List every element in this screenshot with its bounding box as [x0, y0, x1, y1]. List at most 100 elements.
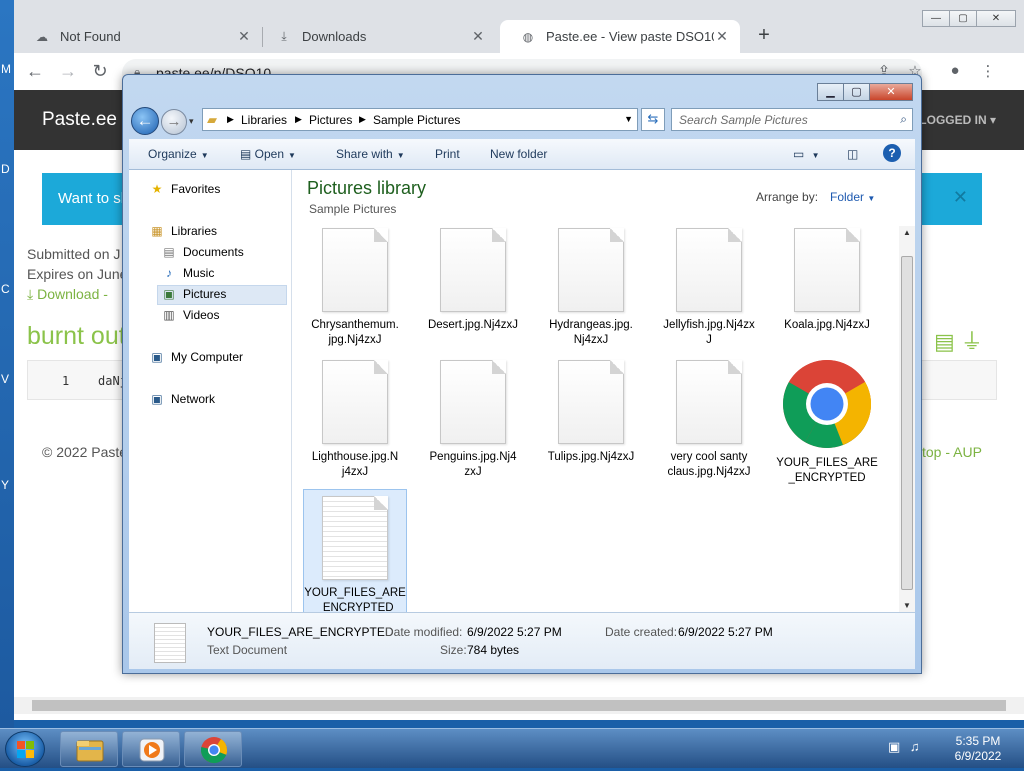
view-options-icon[interactable]: ▭ ▼ [793, 147, 820, 161]
desktop-icon-label[interactable]: M [1, 62, 11, 76]
profile-avatar-icon[interactable]: ● [945, 62, 965, 79]
size-label: Size: [440, 643, 467, 657]
network-tray-icon[interactable]: ▣ [888, 739, 900, 754]
plug-icon[interactable]: ⏚ [961, 329, 983, 354]
file-item[interactable]: Jellyfish.jpg.Nj4zx J [657, 228, 761, 348]
preview-pane-icon[interactable]: ◫ [847, 147, 858, 161]
desktop-icon-label[interactable]: V [1, 372, 9, 386]
footer-links[interactable]: top - AUP [922, 444, 982, 460]
nav-item-favorites[interactable]: ★ Favorites [149, 182, 221, 196]
close-icon[interactable]: ✕ [714, 28, 730, 45]
file-item[interactable]: very cool santy claus.jpg.Nj4zxJ [657, 360, 761, 480]
taskbar-explorer-button[interactable] [60, 731, 118, 767]
file-name: Koala.jpg.Nj4zxJ [784, 319, 870, 331]
forward-arrow-icon[interactable]: → [57, 61, 79, 83]
vertical-scrollbar[interactable]: ▲ ▼ [899, 226, 915, 612]
refresh-button[interactable]: ⇆ [641, 108, 665, 131]
explorer-window-controls: ▁ ▢ ✕ [817, 83, 913, 101]
minimize-button[interactable]: ▁ [817, 83, 844, 101]
close-icon[interactable]: ✕ [236, 28, 252, 45]
scroll-up-arrow-icon[interactable]: ▲ [903, 228, 911, 237]
taskbar-media-player-button[interactable] [122, 731, 180, 767]
close-button[interactable]: ✕ [869, 83, 913, 101]
file-item[interactable]: Penguins.jpg.Nj4 zxJ [421, 360, 525, 480]
maximize-button[interactable]: ▢ [843, 83, 870, 101]
print-button[interactable]: Print [435, 147, 460, 161]
back-button[interactable]: ← [131, 107, 159, 135]
file-item[interactable]: YOUR_FILES_ARE _ENCRYPTED [775, 360, 879, 486]
file-item[interactable]: Lighthouse.jpg.N j4zxJ [303, 360, 407, 480]
windows-logo-icon [17, 741, 34, 758]
search-input[interactable]: Search Sample Pictures ⌕ [671, 108, 913, 131]
scrollbar-thumb[interactable] [32, 700, 1006, 711]
browser-window-controls: — ▢ ✕ [922, 10, 1016, 27]
nav-item-documents[interactable]: ▤ Documents [161, 245, 244, 259]
open-button[interactable]: ▤ Open ▼ [240, 147, 296, 161]
new-tab-button[interactable]: + [752, 24, 776, 48]
chevron-down-icon[interactable]: ▼ [624, 114, 633, 124]
reload-icon[interactable]: ↻ [89, 61, 111, 83]
address-bar[interactable]: ▰ ▶ Libraries ▶ Pictures ▶ Sample Pictur… [202, 108, 638, 131]
tab-title: Not Found [60, 29, 121, 44]
file-item[interactable]: Koala.jpg.Nj4zxJ [775, 228, 879, 333]
chevron-right-icon[interactable]: ▶ [359, 114, 366, 125]
arrange-by-dropdown[interactable]: Folder ▼ [830, 190, 875, 204]
alert-close-icon[interactable]: ✕ [953, 187, 968, 208]
logged-in-menu[interactable]: LOGGED IN ▾ [919, 113, 996, 127]
start-button[interactable] [5, 731, 45, 767]
breadcrumb-sample-pictures[interactable]: Sample Pictures [373, 113, 460, 127]
download-link[interactable]: ⤓ Download - [27, 286, 108, 303]
nav-item-videos[interactable]: ▥ Videos [161, 308, 219, 322]
scroll-down-arrow-icon[interactable]: ▼ [903, 601, 911, 610]
forward-button[interactable]: → [161, 109, 187, 135]
paste-title: burnt out [27, 322, 126, 350]
explorer-body: ★ Favorites ▦ Libraries ▤ Documents ♪ Music … [129, 170, 915, 619]
nav-item-network[interactable]: ▣ Network [149, 392, 215, 406]
desktop-icon-label[interactable]: Y [1, 478, 9, 492]
breadcrumb-libraries[interactable]: Libraries [241, 113, 287, 127]
menu-dots-icon[interactable]: ⋮ [978, 62, 998, 80]
system-tray: ▣ ♫ [888, 739, 920, 755]
organize-button[interactable]: Organize ▼ [148, 147, 209, 161]
scrollbar-thumb[interactable] [901, 256, 913, 590]
tab-not-found[interactable]: ☁ Not Found ✕ [14, 20, 262, 53]
nav-label: Documents [183, 245, 244, 259]
nav-item-my-computer[interactable]: ▣ My Computer [149, 350, 243, 364]
tab-paste-ee[interactable]: ◍ Paste.ee - View paste DSO10 ✕ [500, 20, 740, 53]
maximize-button[interactable]: ▢ [949, 10, 977, 27]
chevron-right-icon[interactable]: ▶ [227, 114, 234, 125]
volume-icon[interactable]: ♫ [910, 739, 920, 754]
tab-strip: ☁ Not Found ✕ ⤓ Downloads ✕ ◍ Paste.ee -… [14, 0, 1024, 53]
clock[interactable]: 5:35 PM 6/9/2022 [948, 734, 1008, 764]
site-brand[interactable]: Paste.ee [42, 109, 117, 131]
file-item[interactable]: Chrysanthemum. jpg.Nj4zxJ [303, 228, 407, 348]
back-arrow-icon[interactable]: ← [24, 61, 46, 83]
tab-downloads[interactable]: ⤓ Downloads ✕ [256, 20, 496, 53]
file-item[interactable]: Tulips.jpg.Nj4zxJ [539, 360, 643, 465]
history-dropdown-icon[interactable]: ▾ [189, 116, 194, 127]
file-item[interactable]: Desert.jpg.Nj4zxJ [421, 228, 525, 333]
clock-date: 6/9/2022 [954, 749, 1002, 763]
nav-item-music[interactable]: ♪ Music [161, 266, 214, 280]
help-icon[interactable]: ? [883, 144, 901, 162]
search-icon[interactable]: ⌕ [900, 112, 907, 127]
file-item[interactable]: YOUR_FILES_ARE _ENCRYPTED [303, 489, 407, 619]
chevron-right-icon[interactable]: ▶ [295, 114, 302, 125]
close-icon[interactable]: ✕ [470, 28, 486, 45]
taskbar-chrome-button[interactable] [184, 731, 242, 767]
nav-item-libraries[interactable]: ▦ Libraries [149, 224, 217, 238]
minimize-button[interactable]: — [922, 10, 950, 27]
new-folder-button[interactable]: New folder [490, 147, 547, 161]
desktop-icon-label[interactable]: D [1, 162, 10, 176]
desktop-icon-label[interactable]: C [1, 282, 10, 296]
file-item[interactable]: Hydrangeas.jpg. Nj4zxJ [539, 228, 643, 348]
blank-file-icon [322, 360, 388, 444]
raw-document-icon[interactable]: ▤ [934, 329, 955, 354]
share-with-button[interactable]: Share with ▼ [336, 147, 405, 161]
close-button[interactable]: ✕ [976, 10, 1016, 27]
computer-icon: ▣ [151, 350, 163, 364]
horizontal-scrollbar[interactable] [14, 697, 1024, 714]
breadcrumb-pictures[interactable]: Pictures [309, 113, 352, 127]
file-name: Chrysanthemum. jpg.Nj4zxJ [311, 319, 399, 346]
nav-item-pictures[interactable]: ▣ Pictures [161, 287, 226, 301]
